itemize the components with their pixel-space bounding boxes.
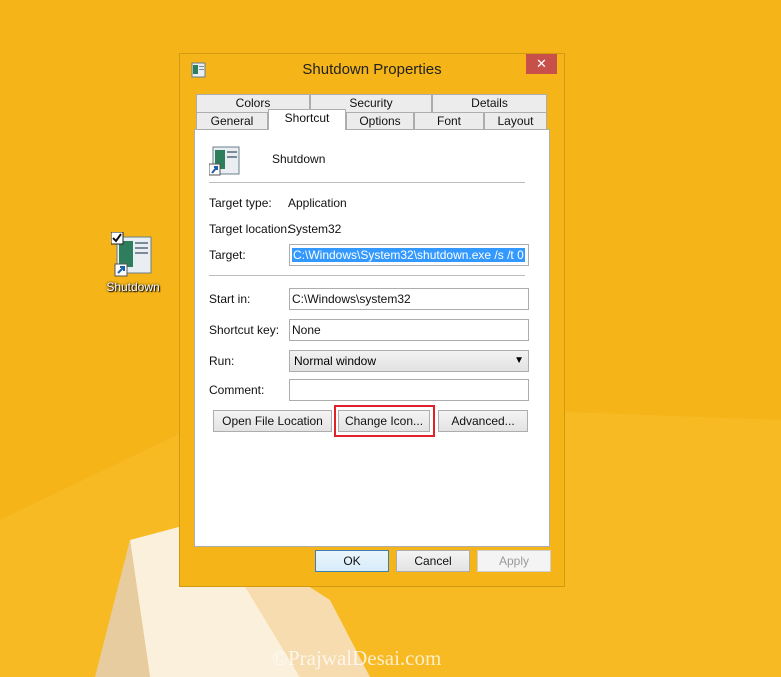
window-title: Shutdown Properties (302, 61, 442, 78)
change-icon-highlight (334, 405, 435, 437)
watermark: ©PrajwalDesai.com (272, 646, 442, 670)
tab-font[interactable]: Font (414, 112, 484, 130)
target-value: C:\Windows\System32\shutdown.exe /s /t 0 (292, 248, 525, 262)
run-select[interactable]: Normal window ▼ (289, 350, 529, 372)
comment-field[interactable] (289, 379, 529, 401)
run-select-value: Normal window (294, 354, 377, 368)
tab-general[interactable]: General (196, 112, 268, 130)
target-type-label: Target type: (209, 196, 272, 210)
start-in-field[interactable]: C:\Windows\system32 (289, 288, 529, 310)
open-file-location-button[interactable]: Open File Location (213, 410, 332, 432)
close-button[interactable]: ✕ (526, 54, 557, 74)
shortcut-tab-panel: Shutdown Target type: Application Target… (194, 129, 550, 547)
separator (209, 275, 525, 276)
tab-shortcut[interactable]: Shortcut (268, 109, 346, 130)
apply-button[interactable]: Apply (477, 550, 551, 572)
shortcut-key-label: Shortcut key: (209, 323, 280, 337)
target-type-value: Application (288, 196, 347, 210)
target-field[interactable]: C:\Windows\System32\shutdown.exe /s /t 0 (289, 244, 529, 266)
cancel-button[interactable]: Cancel (396, 550, 470, 572)
desktop-shortcut[interactable]: Shutdown (100, 231, 166, 294)
ok-button[interactable]: OK (315, 550, 389, 572)
target-label: Target: (209, 248, 246, 262)
shortcut-name: Shutdown (272, 152, 326, 166)
desktop-shortcut-label: Shutdown (106, 280, 160, 294)
chevron-down-icon: ▼ (514, 355, 524, 366)
shortcut-key-field[interactable]: None (289, 319, 529, 341)
tab-layout[interactable]: Layout (484, 112, 547, 130)
title-bar[interactable]: Shutdown Properties ✕ (180, 54, 564, 84)
tab-strip: Colors Security Details General Shortcut… (194, 94, 550, 130)
close-icon: ✕ (536, 56, 547, 71)
run-label: Run: (209, 354, 235, 368)
target-location-label: Target location: (209, 222, 291, 236)
separator (209, 182, 525, 183)
target-location-value: System32 (288, 222, 342, 236)
comment-label: Comment: (209, 383, 265, 397)
shortcut-file-icon (209, 146, 240, 176)
tab-details[interactable]: Details (432, 94, 547, 112)
shutdown-shortcut-icon (110, 231, 155, 278)
tab-options[interactable]: Options (346, 112, 414, 130)
start-in-label: Start in: (209, 292, 251, 306)
advanced-button[interactable]: Advanced... (438, 410, 528, 432)
properties-dialog: Shutdown Properties ✕ Colors Security De… (179, 53, 565, 587)
